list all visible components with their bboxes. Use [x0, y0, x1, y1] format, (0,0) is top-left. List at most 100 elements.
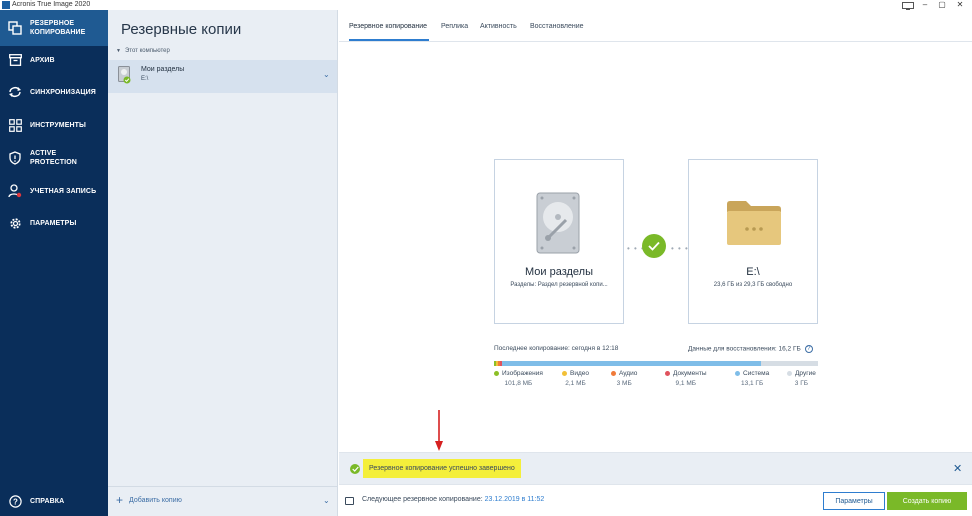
disk-with-check-icon [118, 66, 131, 84]
nav-label: СИНХРОНИЗАЦИЯ [30, 88, 96, 96]
notification-message: Резервное копирование успешно завершено [363, 459, 521, 478]
add-backup-chevron-icon[interactable]: ⌄ [323, 496, 330, 505]
status-check-icon [642, 234, 666, 258]
legend-item: Другие 3 ГБ [787, 370, 816, 387]
legend-size: 101,8 МБ [504, 380, 533, 387]
legend-label: Документы [673, 370, 707, 377]
add-backup-button[interactable]: + Добавить копию [116, 493, 182, 507]
help-icon: ? [0, 494, 30, 508]
svg-text:?: ? [13, 497, 18, 506]
tab-recovery[interactable]: Восстановление [530, 23, 584, 30]
backup-list-title: Резервные копии [121, 21, 242, 38]
calendar-icon [345, 497, 354, 505]
legend-size: 3 МБ [616, 380, 632, 387]
hard-drive-icon [536, 192, 580, 254]
next-backup-text: Следующее резервное копирование: 23.12.2… [362, 496, 544, 503]
legend-label: Система [743, 370, 770, 377]
sync-icon [0, 86, 30, 98]
usage-segment-5 [760, 361, 818, 366]
legend-size: 13,1 ГБ [740, 380, 764, 387]
tools-grid-icon [0, 118, 30, 132]
legend-dot-icon [735, 370, 740, 376]
nav-label: ИНСТРУМЕНТЫ [30, 121, 86, 129]
annotation-arrow-icon [435, 410, 443, 451]
shield-icon [0, 151, 30, 165]
next-backup-date[interactable]: 23.12.2019 в 11:52 [485, 496, 545, 503]
main-footer: Следующее резервное копирование: 23.12.2… [339, 484, 972, 516]
legend-label: Видео [570, 370, 589, 377]
legend-label: Аудио [619, 370, 638, 377]
nav-sync[interactable]: СИНХРОНИЗАЦИЯ [0, 78, 108, 106]
legend-label: Изображения [502, 370, 543, 377]
nav-label: ПАРАМЕТРЫ [30, 219, 77, 227]
user-icon [0, 184, 30, 198]
chevron-down-icon[interactable]: ⌄ [323, 70, 330, 79]
nav-label: СПРАВКА [30, 497, 65, 505]
connector-dots-right: • • • [671, 244, 689, 253]
recovery-data-label: Данные для восстановления: 16,2 ГБ [688, 345, 801, 353]
nav-backup[interactable]: РЕЗЕРВНОЕ КОПИРОВАНИЕ [0, 10, 108, 46]
destination-card[interactable]: E:\ 23,6 ГБ из 29,3 ГБ свободно [688, 159, 818, 324]
source-title: Мои разделы [524, 266, 593, 278]
legend-dot-icon [562, 370, 567, 376]
nav-archive[interactable]: АРХИВ [0, 46, 108, 74]
main-area: Резервное копирование Реплика Активность… [339, 10, 972, 516]
legend-item: Аудио 3 МБ [611, 370, 637, 387]
maximize-button[interactable]: ▢ [935, 0, 949, 10]
legend-dot-icon [787, 370, 792, 376]
tab-replica[interactable]: Реплика [441, 23, 468, 30]
legend-size: 2,1 МБ [565, 380, 586, 387]
nav-label: ACTIVE PROTECTION [30, 150, 77, 166]
legend-item: Изображения 101,8 МБ [494, 370, 543, 387]
add-backup-label: Добавить копию [129, 496, 182, 504]
nav-active-protection[interactable]: ACTIVE PROTECTION [0, 144, 108, 172]
window-title: Acronis True Image 2020 [12, 1, 91, 8]
group-this-computer[interactable]: ▼ Этот компьютер [116, 48, 170, 54]
close-notification-icon[interactable]: ✕ [953, 462, 962, 475]
plus-icon: + [116, 493, 124, 507]
next-backup-label: Следующее резервное копирование: [362, 496, 483, 503]
last-backup-text: Последнее копирование: сегодня в 12:18 [494, 345, 619, 352]
list-footer: + Добавить копию ⌄ [108, 486, 337, 516]
source-card[interactable]: Мои разделы Разделы: Раздел резервной ко… [494, 159, 624, 324]
parameters-button[interactable]: Параметры [823, 492, 885, 510]
nav-label: РЕЗЕРВНОЕ КОПИРОВАНИЕ [30, 20, 86, 36]
legend-size: 9,1 МБ [675, 380, 697, 387]
collapse-triangle-icon: ▼ [116, 48, 121, 54]
nav-help[interactable]: ? СПРАВКА [0, 488, 108, 514]
legend-item: Видео 2,1 МБ [562, 370, 589, 387]
close-window-button[interactable]: ✕ [953, 0, 967, 10]
legend-dot-icon [611, 370, 616, 376]
archive-icon [0, 54, 30, 66]
legend-dot-icon [494, 370, 499, 376]
backup-item-name: Мои разделы [141, 66, 185, 73]
nav-account[interactable]: УЧЕТНАЯ ЗАПИСЬ [0, 177, 108, 205]
active-tab-indicator [349, 39, 429, 41]
tab-bar: Резервное копирование Реплика Активность… [339, 10, 972, 42]
tab-backup[interactable]: Резервное копирование [349, 23, 427, 30]
create-backup-button[interactable]: Создать копию [887, 492, 967, 510]
title-bar: Acronis True Image 2020 – ▢ ✕ [0, 0, 972, 11]
legend-item: Документы 9,1 МБ [665, 370, 707, 387]
recovery-data-text: Данные для восстановления: 16,2 ГБ? [688, 345, 813, 353]
tab-activity[interactable]: Активность [480, 23, 517, 30]
source-subtitle: Разделы: Раздел резервной копи... [510, 282, 608, 288]
backup-item-destination: E:\ [141, 76, 149, 82]
group-label: Этот компьютер [124, 48, 170, 54]
nav-settings[interactable]: ПАРАМЕТРЫ [0, 209, 108, 237]
backup-item-my-partitions[interactable]: Мои разделы E:\ ⌄ [108, 60, 337, 93]
destination-subtitle: 23,6 ГБ из 29,3 ГБ свободно [713, 282, 793, 288]
legend-item: Система 13,1 ГБ [735, 370, 769, 387]
notification-bar: Резервное копирование успешно завершено … [339, 452, 972, 484]
legend-dot-icon [665, 370, 670, 376]
legend-size: 3 ГБ [794, 380, 809, 387]
nav-tools[interactable]: ИНСТРУМЕНТЫ [0, 111, 108, 139]
nav-label: УЧЕТНАЯ ЗАПИСЬ [30, 187, 97, 195]
minimize-button[interactable]: – [918, 0, 932, 10]
help-circle-icon[interactable]: ? [804, 345, 813, 353]
folder-icon [727, 201, 781, 245]
storage-usage-bar [494, 361, 818, 366]
legend-label: Другие [795, 370, 816, 377]
success-check-icon [350, 464, 360, 474]
usage-segment-4 [501, 361, 761, 366]
